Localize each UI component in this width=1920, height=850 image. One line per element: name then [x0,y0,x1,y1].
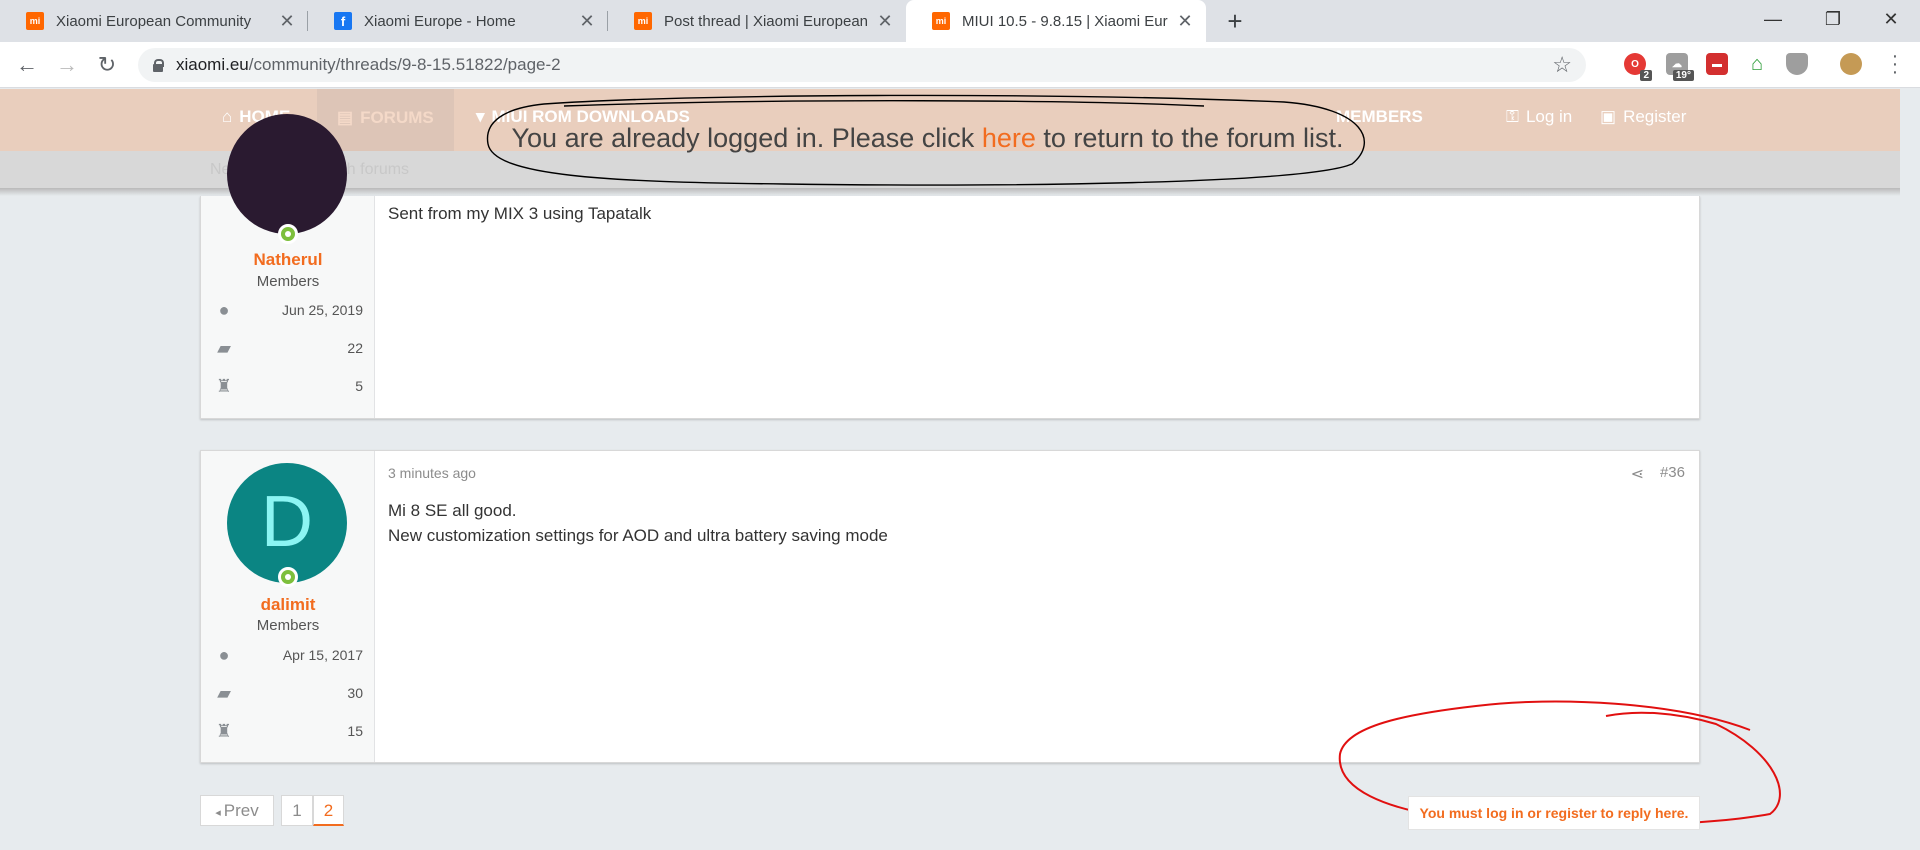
stat-joined: ● Jun 25, 2019 [213,299,363,321]
stat-messages: ▰ 30 [213,682,363,704]
register-icon: ▣ [1600,107,1617,126]
profile-avatar[interactable] [1840,53,1862,75]
post-body: Sent from my MIX 3 using Tapatalk [388,201,651,226]
shield-ext-icon[interactable] [1786,53,1808,75]
trophy-icon: ♜ [215,376,233,396]
tab-title: Post thread | Xiaomi European Co [664,12,868,30]
close-icon[interactable]: ✕ [578,11,596,32]
points-count: 15 [347,723,363,739]
ext-badge: 19° [1672,70,1694,81]
stat-points: ♜ 15 [213,720,363,742]
post-body: Mi 8 SE all good. New customization sett… [388,498,888,548]
tab-title: MIUI 10.5 - 9.8.15 | Xiaomi Europ [962,12,1168,30]
nav-login[interactable]: ⚿ Log in [1506,107,1572,127]
comments-icon: ▤ [337,108,354,127]
mi-logo-icon: mi [932,12,950,30]
close-icon[interactable]: ✕ [278,11,296,32]
facebook-logo-icon: f [334,12,352,30]
user-title: Members [256,273,320,290]
post-user-panel: Natherul Members ● Jun 25, 2019 ▰ 22 ♜ 5 [201,114,375,418]
share-icon[interactable]: ⋖ [1631,464,1644,484]
stat-joined: ● Apr 15, 2017 [213,644,363,666]
online-indicator-icon [278,567,298,587]
ext-badge: 2 [1640,70,1652,81]
new-tab-icon[interactable]: + [1220,6,1250,36]
home-icon: ⌂ [222,107,233,126]
messages-icon: ▰ [217,338,231,358]
notice-here-link[interactable]: here [982,123,1036,153]
post-timestamp[interactable]: 3 minutes ago [388,465,476,481]
tab-title: Xiaomi European Community [56,12,252,30]
browser-tab[interactable]: mi Xiaomi European Community ✕ [0,0,308,42]
browser-toolbar: ← → ↻ xiaomi.eu/community/threads/9-8-15… [0,42,1920,88]
user-title: Members [256,617,320,634]
nav-register[interactable]: ▣ Register [1600,107,1686,127]
username-link[interactable]: Natherul [201,250,375,270]
forum-post: Natherul Members ● Jun 25, 2019 ▰ 22 ♜ 5… [200,114,1700,419]
nav-label: FORUMS [360,108,434,127]
prev-page-button[interactable]: ◂ Prev [200,795,274,826]
online-indicator-icon [278,224,298,244]
key-icon: ⚿ [1506,107,1519,126]
already-logged-in-notice: You are already logged in. Please click … [485,98,1370,186]
chevron-left-icon: ◂ [215,807,224,819]
browser-tab-active[interactable]: mi MIUI 10.5 - 9.8.15 | Xiaomi Europ ✕ [906,0,1206,42]
forward-icon[interactable]: → [52,50,82,80]
lock-icon [152,59,164,72]
user-icon: ● [218,300,230,320]
browser-tab[interactable]: mi Post thread | Xiaomi European Co ✕ [608,0,906,42]
chrome-menu-icon[interactable]: · · · [1890,46,1900,82]
post-line: New customization settings for AOD and u… [388,526,888,545]
browser-tab[interactable]: f Xiaomi Europe - Home ✕ [308,0,608,42]
reload-icon[interactable]: ↻ [92,50,122,80]
username-link[interactable]: dalimit [201,595,375,615]
avatar[interactable] [227,114,347,234]
mi-logo-icon: mi [26,12,44,30]
post-number-link[interactable]: #36 [1660,464,1685,481]
user-icon: ● [218,645,230,665]
close-icon[interactable]: ✕ [876,11,894,32]
toolbar-ext-icon[interactable]: ▬ [1706,53,1728,75]
notice-text-before: You are already logged in. Please click [511,123,982,153]
opera-ext-icon[interactable]: O2 [1624,53,1652,81]
message-count: 30 [347,685,363,701]
points-count: 5 [355,378,363,394]
joined-date: Jun 25, 2019 [282,302,363,318]
stat-messages: ▰ 22 [213,337,363,359]
bookmark-star-icon[interactable]: ☆ [1552,52,1572,78]
joined-date: Apr 15, 2017 [282,647,363,663]
trophy-icon: ♜ [215,721,233,741]
nav-label: Register [1623,107,1687,126]
avatar[interactable]: D [227,463,347,583]
post-user-panel: D dalimit Members ● Apr 15, 2017 ▰ 30 ♜ … [201,451,375,762]
message-count: 22 [347,340,363,356]
page-link-2-current[interactable]: 2 [313,795,344,826]
back-icon[interactable]: ← [12,50,42,80]
post-line: Sent from my MIX 3 using Tapatalk [388,204,652,223]
messages-icon: ▰ [217,683,231,703]
notice-text-after: to return to the forum list. [1035,123,1344,153]
prev-label: Prev [223,801,259,820]
home-ext-icon[interactable]: ⌂ [1746,53,1768,75]
reply-login-note[interactable]: You must log in or register to reply her… [1408,796,1700,830]
weather-ext-icon[interactable]: ☁ 19° [1666,53,1694,81]
tab-title: Xiaomi Europe - Home [364,12,516,30]
window-close-icon[interactable]: ✕ [1862,0,1920,40]
mi-logo-icon: mi [634,12,652,30]
stat-points: ♜ 5 [213,375,363,397]
minimize-icon[interactable]: — [1744,0,1802,40]
close-icon[interactable]: ✕ [1176,11,1194,32]
nav-label: Log in [1525,107,1573,126]
address-bar[interactable]: xiaomi.eu/community/threads/9-8-15.51822… [138,48,1586,82]
browser-tab-strip: mi Xiaomi European Community ✕ f Xiaomi … [0,0,1920,42]
page-link-1[interactable]: 1 [281,795,313,826]
url-path: /community/threads/9-8-15.51822/page-2 [248,55,561,74]
url-host: xiaomi.eu [176,55,249,74]
restore-icon[interactable]: ❐ [1804,0,1862,40]
post-line: Mi 8 SE all good. [388,501,517,520]
